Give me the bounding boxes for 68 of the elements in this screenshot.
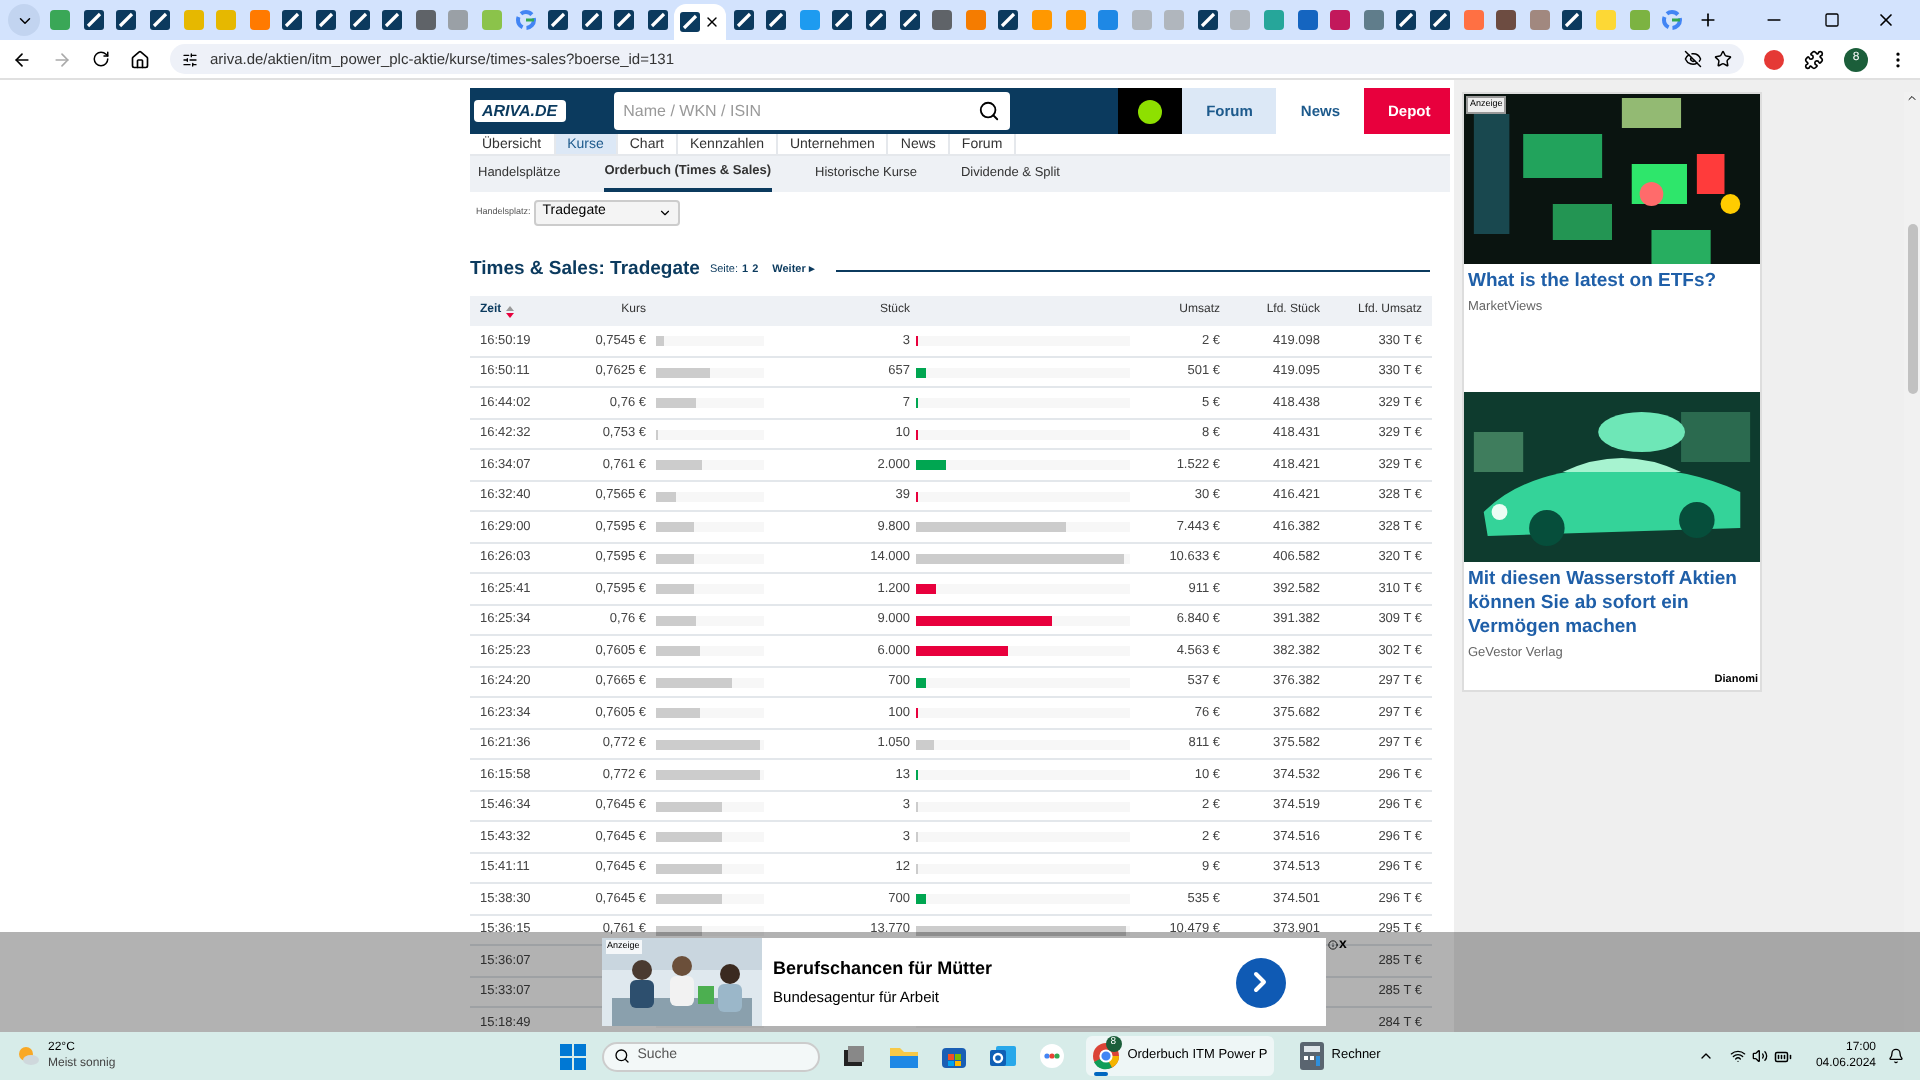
reload-icon[interactable] [92, 50, 110, 68]
search-icon [613, 1048, 630, 1064]
chart-app-icon [1396, 10, 1417, 30]
extension-icon[interactable] [1764, 49, 1784, 69]
sort-icon [505, 305, 514, 318]
chart-app-icon [116, 10, 137, 30]
chart-app-icon [316, 10, 337, 30]
battery-icon[interactable] [1773, 1047, 1792, 1065]
circle-icon [1662, 10, 1683, 30]
bookmark-star-icon[interactable] [1714, 50, 1732, 68]
chart-app-icon [766, 10, 787, 30]
chart-app-icon [548, 10, 569, 30]
close-icon[interactable] [1876, 10, 1896, 30]
home-icon[interactable] [130, 49, 150, 69]
chart-app-icon [1562, 10, 1583, 30]
arrow-button[interactable] [1235, 957, 1286, 1007]
sun-cloud-icon [16, 1044, 40, 1068]
task-view-icon[interactable] [839, 1042, 868, 1070]
eye-off-icon[interactable] [1684, 50, 1702, 68]
chart-app-icon [899, 10, 920, 30]
chart-app-icon [680, 12, 701, 32]
circle-icon [515, 10, 536, 30]
ad-title: What is the latest on ETFs? [1466, 270, 1719, 294]
chart-app-icon [614, 10, 635, 30]
chart-app-icon [647, 10, 668, 30]
tray-chevron-icon[interactable] [1697, 1048, 1714, 1064]
back-icon[interactable] [12, 49, 32, 69]
chart-app-icon [1197, 10, 1218, 30]
ad-title: Mit diesen Wasserstoff Aktien können Sie ab sofort ein Vermögen machen [1466, 568, 1739, 640]
chart-app-icon [282, 10, 303, 30]
chart-app-icon [349, 10, 370, 30]
chart-app-icon [83, 10, 104, 30]
chart-app-icon [865, 10, 886, 30]
extensions-icon[interactable] [1804, 49, 1824, 69]
chart-app-icon [581, 10, 602, 30]
notification-icon[interactable] [1888, 1048, 1904, 1064]
calculator-icon [1299, 1042, 1324, 1070]
chart-app-icon [1430, 10, 1451, 30]
search-field[interactable]: Name / WKN / ISIN [623, 99, 978, 123]
volume-icon[interactable] [1751, 1048, 1768, 1064]
site-info-icon[interactable] [182, 51, 198, 67]
s-logo-icon [1138, 99, 1163, 123]
chart-app-icon [832, 10, 853, 30]
search-box[interactable]: Name / WKN / ISIN [613, 92, 1010, 130]
browser-tab[interactable] [674, 4, 727, 40]
site-logo[interactable]: ARIVA.DE [474, 100, 566, 122]
app-badge[interactable] [1118, 88, 1183, 134]
chart-app-icon [150, 10, 171, 30]
ad-title: Berufschancen für Mütter [773, 956, 995, 983]
windows-start-icon[interactable] [559, 1043, 586, 1069]
wifi-icon[interactable] [1729, 1048, 1746, 1064]
chart-app-icon [382, 10, 403, 30]
info-icon[interactable] [1327, 940, 1338, 950]
active-indicator [1093, 1072, 1108, 1076]
chart-app-icon [733, 10, 754, 30]
dots-app-icon[interactable] [1037, 1042, 1066, 1070]
maximize-icon[interactable] [1824, 12, 1840, 28]
new-tab-icon[interactable] [1697, 10, 1717, 30]
folder-icon[interactable] [887, 1042, 920, 1070]
store-icon[interactable] [939, 1042, 968, 1070]
caret-icon [658, 206, 673, 220]
search-icon[interactable] [977, 100, 1000, 122]
scroll-up-icon[interactable] [1906, 92, 1918, 104]
chart-app-icon [998, 10, 1019, 30]
mail-app-icon[interactable] [987, 1042, 1018, 1070]
section-title: Times & Sales: Tradegate [470, 256, 700, 284]
close-icon[interactable] [704, 14, 721, 30]
scrollbar-thumb[interactable] [1907, 224, 1917, 394]
